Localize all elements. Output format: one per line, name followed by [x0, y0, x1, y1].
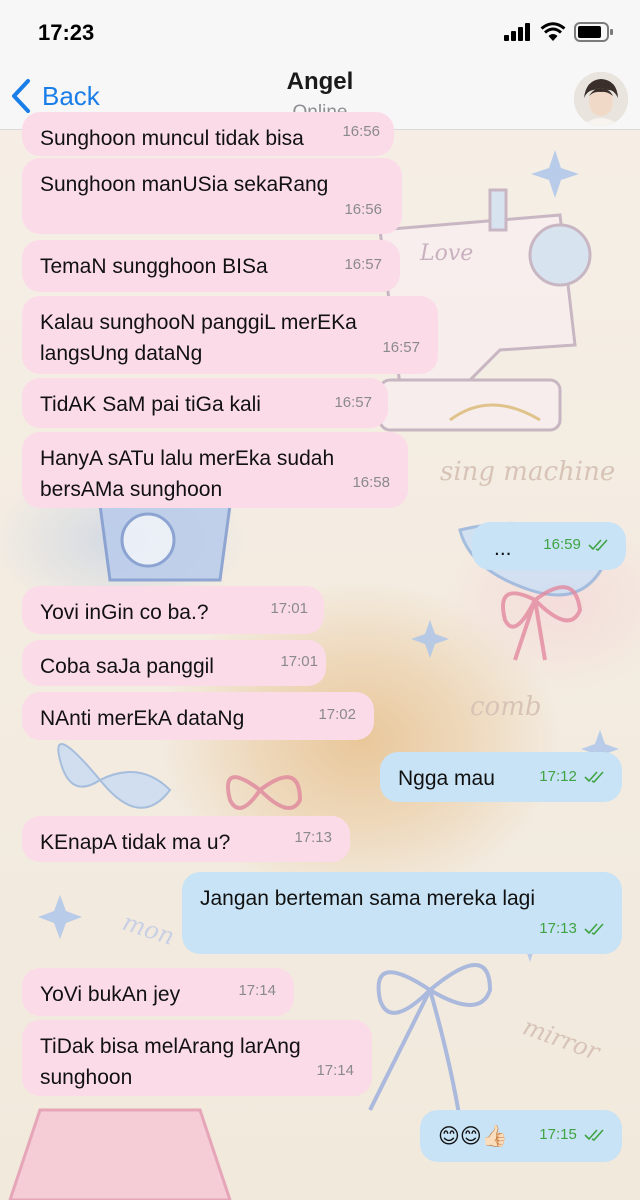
- message-bubble[interactable]: Sunghoon muncul tidak bisa 16:56: [22, 112, 394, 156]
- avatar[interactable]: [574, 72, 628, 126]
- message-bubble[interactable]: TiDak bisa melArang larAng sunghoon 17:1…: [22, 1020, 372, 1096]
- message-time: 16:56: [342, 123, 380, 140]
- signal-icon: [504, 23, 530, 41]
- message-status: 17:13: [539, 913, 606, 944]
- message-time: 17:13: [539, 920, 577, 937]
- message-bubble[interactable]: Sunghoon manUSia sekaRang 16:56: [22, 158, 402, 234]
- message-status: 17:15: [539, 1119, 606, 1150]
- message-time: 17:01: [270, 600, 308, 617]
- svg-text:comb: comb: [470, 692, 542, 722]
- message-bubble[interactable]: 😊😊👍🏻 17:15: [420, 1110, 622, 1162]
- read-ticks-icon: [584, 1129, 604, 1142]
- read-ticks-icon: [584, 923, 604, 936]
- message-status: 16:59: [543, 529, 610, 560]
- message-time: 17:13: [294, 829, 332, 846]
- message-time: 16:56: [344, 201, 382, 218]
- message-status: 17:12: [539, 761, 606, 792]
- svg-text:mon: mon: [119, 908, 178, 951]
- message-bubble[interactable]: KEnapA tidak ma u? 17:13: [22, 816, 350, 862]
- read-ticks-icon: [584, 771, 604, 784]
- message-text: TidAK SaM pai tiGa kali: [40, 393, 261, 416]
- message-bubble[interactable]: Yovi inGin co ba.? 17:01: [22, 586, 324, 634]
- message-time: 16:57: [334, 394, 372, 411]
- svg-text:Love: Love: [419, 241, 473, 266]
- message-bubble[interactable]: ... 16:59: [472, 522, 626, 570]
- wifi-icon: [540, 22, 566, 41]
- status-icons: [504, 22, 614, 42]
- message-text: TemaN sungghoon BISa: [40, 255, 268, 278]
- battery-icon: [574, 22, 613, 42]
- message-time: 16:57: [382, 339, 420, 356]
- message-bubble[interactable]: Kalau sunghooN panggiL merEKa langsUng d…: [22, 296, 438, 374]
- avatar-image: [574, 72, 628, 126]
- message-time: 16:57: [344, 256, 382, 273]
- message-text: Sunghoon muncul tidak bisa: [40, 127, 304, 150]
- message-time: 17:14: [316, 1062, 354, 1079]
- message-bubble[interactable]: TidAK SaM pai tiGa kali 16:57: [22, 378, 388, 428]
- message-bubble[interactable]: Jangan berteman sama mereka lagi 17:13: [182, 872, 622, 954]
- message-text: HanyA sATu lalu merEka sudah bersAMa sun…: [40, 447, 335, 501]
- message-time: 17:14: [238, 982, 276, 999]
- message-time: 17:12: [539, 768, 577, 785]
- message-bubble[interactable]: TemaN sungghoon BISa 16:57: [22, 240, 400, 292]
- message-text: Jangan berteman sama mereka lagi: [200, 887, 536, 910]
- message-text: Coba saJa panggil: [40, 655, 214, 678]
- message-bubble[interactable]: Ngga mau 17:12: [380, 752, 622, 802]
- message-text: TiDak bisa melArang larAng sunghoon: [40, 1035, 301, 1089]
- message-text: Sunghoon manUSia sekaRang: [40, 173, 329, 196]
- message-time: 17:15: [539, 1126, 577, 1143]
- message-bubble[interactable]: NAnti merEkA dataNg 17:02: [22, 692, 374, 740]
- message-text: NAnti merEkA dataNg: [40, 707, 245, 730]
- message-time: 17:02: [318, 706, 356, 723]
- message-text: Yovi inGin co ba.?: [40, 601, 209, 624]
- message-bubble[interactable]: Coba saJa panggil 17:01: [22, 640, 326, 686]
- status-bar: 17:23: [0, 0, 640, 64]
- read-ticks-icon: [588, 539, 608, 552]
- svg-text:sing machine: sing machine: [440, 457, 615, 487]
- message-bubble[interactable]: HanyA sATu lalu merEka sudah bersAMa sun…: [22, 432, 408, 508]
- message-time: 16:59: [543, 536, 581, 553]
- message-time: 17:01: [280, 653, 318, 670]
- message-text: KEnapA tidak ma u?: [40, 831, 231, 854]
- svg-text:mirror: mirror: [519, 1012, 605, 1066]
- status-time: 17:23: [38, 20, 95, 45]
- message-time: 16:58: [352, 474, 390, 491]
- chat-title: Angel: [286, 68, 354, 95]
- message-bubble[interactable]: YoVi bukAn jey 17:14: [22, 968, 294, 1016]
- message-text: Kalau sunghooN panggiL merEKa langsUng d…: [40, 311, 357, 365]
